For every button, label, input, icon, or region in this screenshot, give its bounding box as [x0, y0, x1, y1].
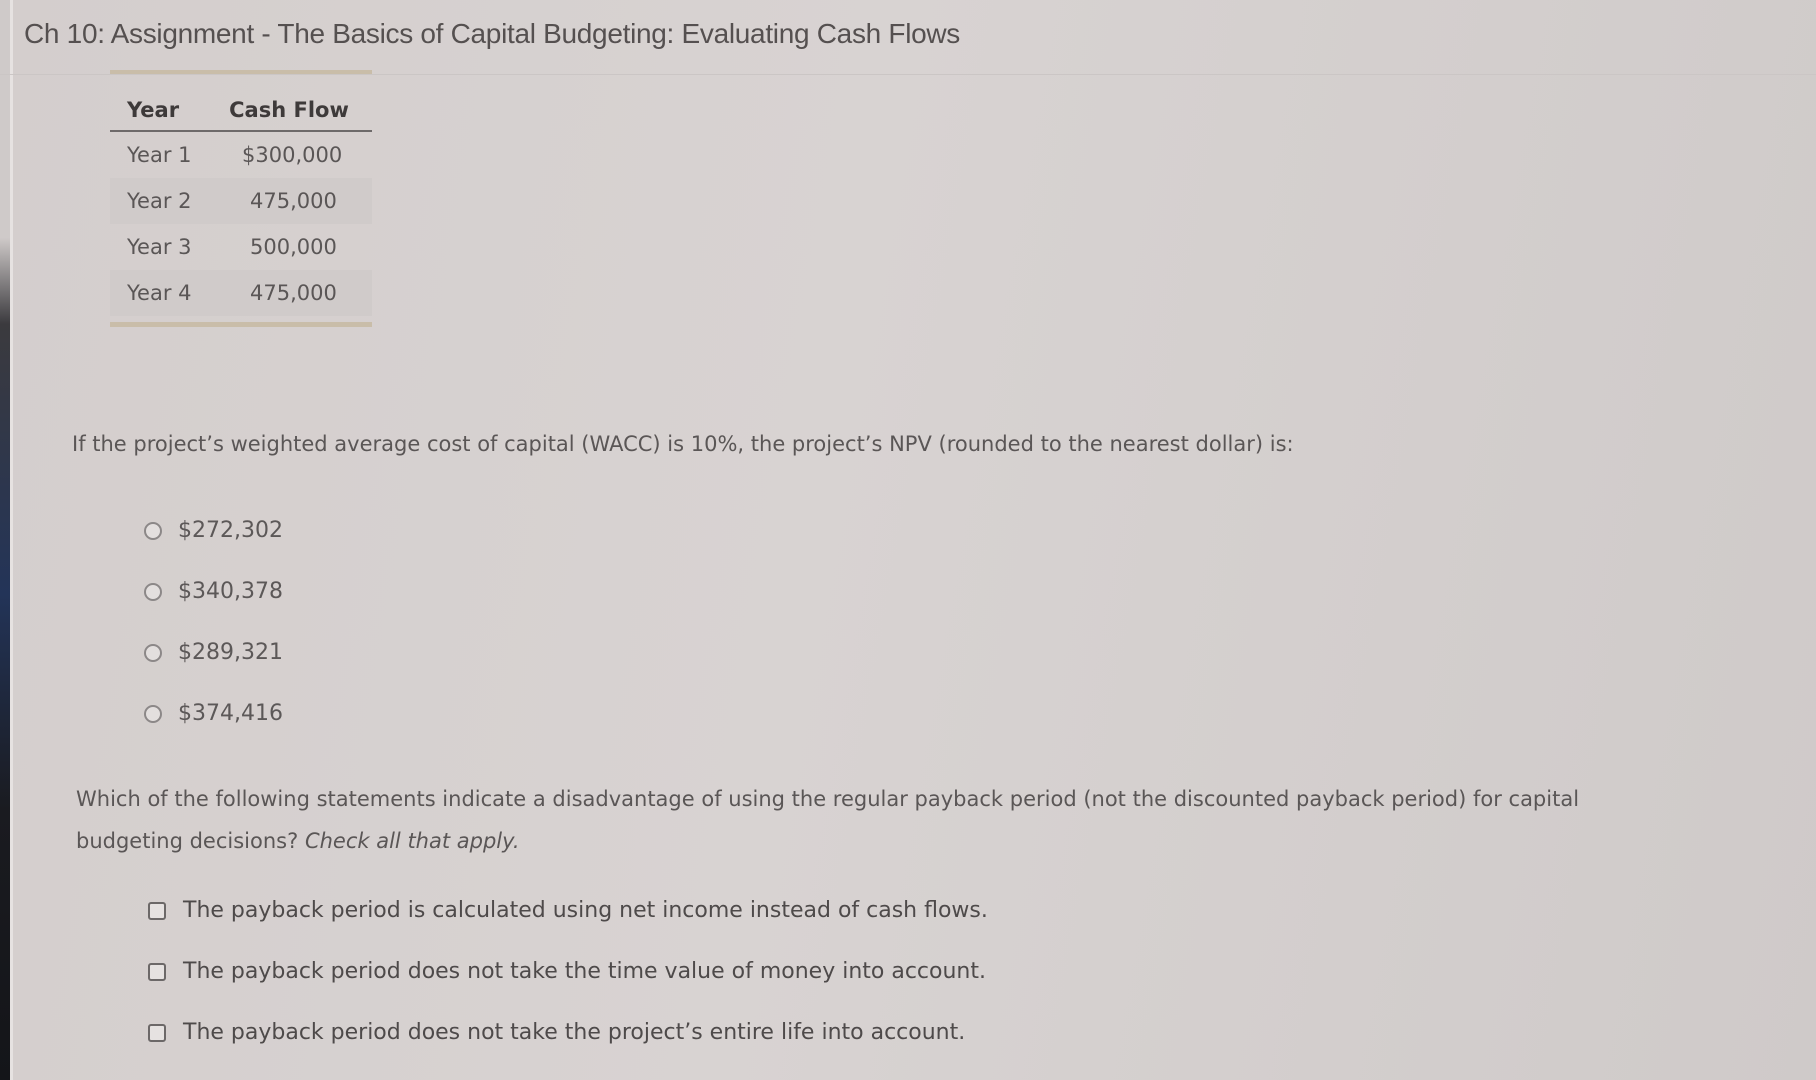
checkbox[interactable]	[148, 901, 166, 920]
table-top-rule	[110, 70, 372, 74]
page-title: Ch 10: Assignment - The Basics of Capita…	[24, 18, 961, 49]
npv-option-label[interactable]: $272,302	[178, 518, 283, 543]
payback-option-label[interactable]: The payback period is calculated using n…	[183, 898, 988, 923]
year-cell: Year 1	[127, 143, 192, 167]
table-row: Year 4 475,000	[110, 270, 372, 316]
table-bottom-rule	[110, 322, 372, 327]
year-cell: Year 3	[127, 235, 192, 259]
npv-option-label[interactable]: $374,416	[178, 701, 283, 726]
radio-button[interactable]	[144, 521, 162, 540]
payback-question-instruction: Check all that apply.	[304, 829, 520, 853]
payback-option[interactable]: The payback period is calculated using n…	[148, 880, 988, 941]
page-header: Ch 10: Assignment - The Basics of Capita…	[0, 0, 1816, 75]
npv-option-label[interactable]: $340,378	[178, 579, 283, 604]
npv-option[interactable]: $272,302	[144, 500, 283, 561]
npv-option[interactable]: $340,378	[144, 561, 283, 622]
npv-option[interactable]: $374,416	[144, 683, 283, 744]
header-year: Year	[127, 98, 180, 122]
npv-option-label[interactable]: $289,321	[178, 640, 283, 665]
cash-flow-cell: $300,000	[242, 143, 343, 167]
table-header-row: Year Cash Flow	[110, 90, 372, 132]
payback-option-label[interactable]: The payback period does not take the pro…	[183, 1020, 965, 1045]
payback-option-label[interactable]: The payback period does not take the tim…	[183, 959, 986, 984]
cash-flow-table: Year Cash Flow Year 1 $300,000 Year 2 47…	[110, 70, 372, 327]
payback-option[interactable]: The payback period does not take the tim…	[148, 941, 988, 1002]
table-row: Year 2 475,000	[110, 178, 372, 224]
checkbox[interactable]	[148, 962, 166, 981]
table-row: Year 1 $300,000	[110, 132, 372, 178]
table-row: Year 3 500,000	[110, 224, 372, 270]
screen-bezel-highlight	[10, 0, 13, 1080]
cash-flow-cell: 475,000	[250, 189, 337, 213]
npv-question-prompt: If the project’s weighted average cost o…	[72, 432, 1294, 456]
radio-button[interactable]	[144, 643, 162, 662]
checkbox[interactable]	[148, 1023, 166, 1042]
year-cell: Year 2	[127, 189, 192, 213]
npv-option[interactable]: $289,321	[144, 622, 283, 683]
payback-question-prompt: Which of the following statements indica…	[76, 778, 1596, 862]
header-cash-flow: Cash Flow	[229, 98, 349, 122]
payback-answer-options: The payback period is calculated using n…	[148, 880, 988, 1063]
cash-flow-cell: 475,000	[250, 281, 337, 305]
year-cell: Year 4	[127, 281, 192, 305]
npv-answer-options: $272,302 $340,378 $289,321 $374,416	[144, 500, 283, 744]
payback-option[interactable]: The payback period does not take the pro…	[148, 1002, 988, 1063]
radio-button[interactable]	[144, 704, 162, 723]
cash-flow-cell: 500,000	[250, 235, 337, 259]
payback-question-text: Which of the following statements indica…	[76, 787, 1580, 853]
radio-button[interactable]	[144, 582, 162, 601]
screen-bezel-edge	[0, 0, 10, 1080]
